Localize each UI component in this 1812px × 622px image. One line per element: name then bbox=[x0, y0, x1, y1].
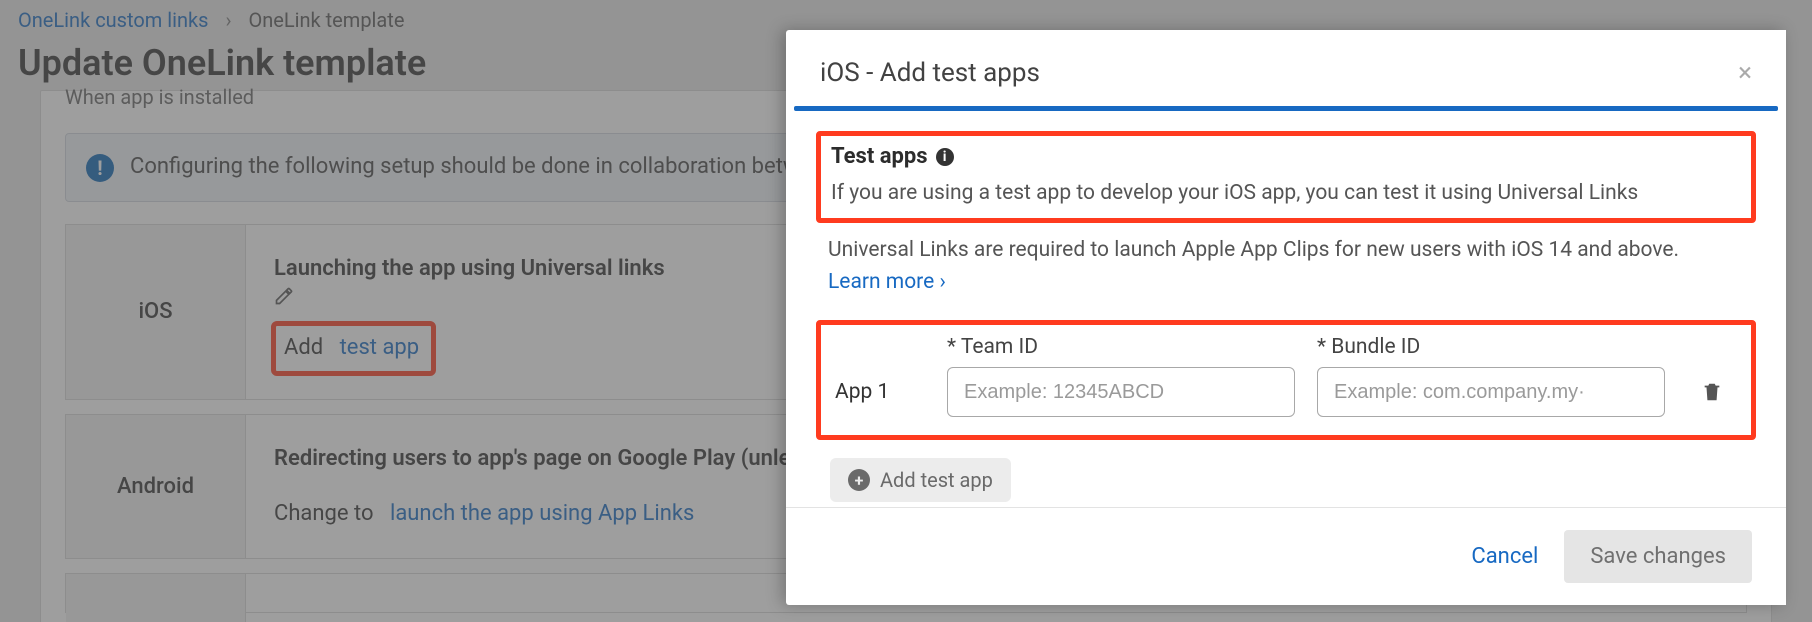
bundle-id-input[interactable] bbox=[1317, 367, 1665, 417]
close-icon[interactable]: × bbox=[1738, 60, 1752, 86]
ios-heading: Launching the app using Universal links bbox=[274, 256, 665, 281]
breadcrumb: OneLink custom links › OneLink template bbox=[18, 8, 404, 32]
breadcrumb-root[interactable]: OneLink custom links bbox=[18, 8, 209, 32]
team-id-input[interactable] bbox=[947, 367, 1295, 417]
chevron-right-icon: › bbox=[225, 8, 231, 32]
android-change-prefix: Change to bbox=[274, 501, 374, 526]
page-title: Update OneLink template bbox=[18, 42, 426, 84]
universal-links-note: Universal Links are required to launch A… bbox=[816, 235, 1756, 298]
trash-icon[interactable] bbox=[1687, 380, 1737, 404]
plus-icon: + bbox=[848, 469, 870, 491]
android-change-link[interactable]: launch the app using App Links bbox=[390, 501, 694, 526]
add-test-app-label: Add test app bbox=[880, 468, 993, 492]
cancel-button[interactable]: Cancel bbox=[1471, 544, 1538, 569]
ios-label: iOS bbox=[66, 225, 246, 399]
modal-title: iOS - Add test apps bbox=[820, 58, 1040, 88]
app-row-label: App 1 bbox=[835, 380, 925, 404]
test-apps-subtext: If you are using a test app to develop y… bbox=[831, 179, 1741, 208]
bundle-id-label: * Bundle ID bbox=[1317, 335, 1665, 359]
info-icon[interactable]: i bbox=[936, 148, 954, 166]
learn-more-link[interactable]: Learn more › bbox=[828, 270, 946, 294]
android-label: Android bbox=[66, 415, 246, 557]
add-test-apps-modal: iOS - Add test apps × Test apps i If you… bbox=[786, 30, 1786, 605]
test-apps-heading: Test apps bbox=[831, 144, 928, 169]
test-apps-intro-highlight: Test apps i If you are using a test app … bbox=[816, 131, 1756, 223]
add-prefix: Add bbox=[284, 335, 323, 360]
team-id-label: * Team ID bbox=[947, 335, 1295, 359]
app-inputs-highlight: * Team ID * Bundle ID App 1 bbox=[816, 320, 1756, 440]
add-test-app-inline[interactable]: Add test app bbox=[274, 324, 433, 373]
save-changes-button[interactable]: Save changes bbox=[1564, 530, 1752, 583]
add-test-app-link[interactable]: test app bbox=[340, 335, 420, 360]
info-icon: ! bbox=[86, 154, 114, 182]
breadcrumb-current: OneLink template bbox=[248, 8, 404, 32]
add-test-app-button[interactable]: + Add test app bbox=[830, 458, 1011, 502]
